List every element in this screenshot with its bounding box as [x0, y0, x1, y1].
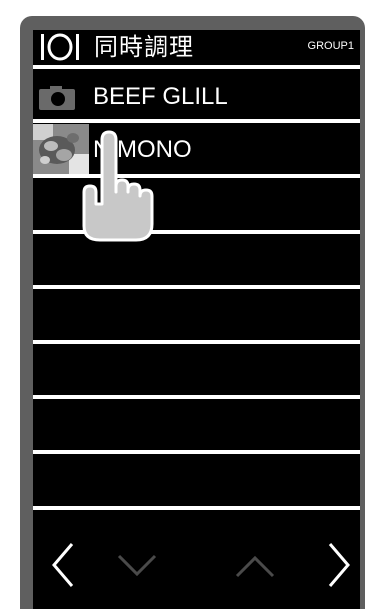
list-item-label: NIMONO [93, 136, 192, 163]
header: 同時調理 GROUP1 [33, 30, 360, 66]
divider [33, 119, 360, 123]
chevron-right-icon[interactable] [320, 540, 360, 590]
divider [33, 506, 360, 510]
list-item-nimono[interactable]: NIMONO [33, 124, 360, 176]
pot-icon [41, 33, 79, 61]
camera-icon [39, 86, 75, 110]
chevron-up-icon[interactable] [233, 540, 277, 590]
group-label: GROUP1 [307, 40, 354, 52]
chevron-down-icon[interactable] [115, 540, 159, 590]
list-item-label: BEEF GLILL [93, 83, 228, 110]
page-title: 同時調理 [94, 33, 194, 61]
list-item-empty[interactable] [33, 289, 360, 337]
divider [33, 65, 360, 69]
list-item-beef-glill[interactable]: BEEF GLILL [33, 73, 360, 121]
list-item-empty[interactable] [33, 399, 360, 447]
app-screen: 同時調理 GROUP1 BEEF GLILL NIMONO [33, 30, 360, 609]
list-item-empty[interactable] [33, 454, 360, 502]
list-item-empty[interactable] [33, 344, 360, 392]
chevron-left-icon[interactable] [46, 540, 86, 590]
list-item-empty[interactable] [33, 234, 360, 282]
list-item-empty[interactable] [33, 178, 360, 226]
food-photo-thumbnail [33, 124, 89, 176]
